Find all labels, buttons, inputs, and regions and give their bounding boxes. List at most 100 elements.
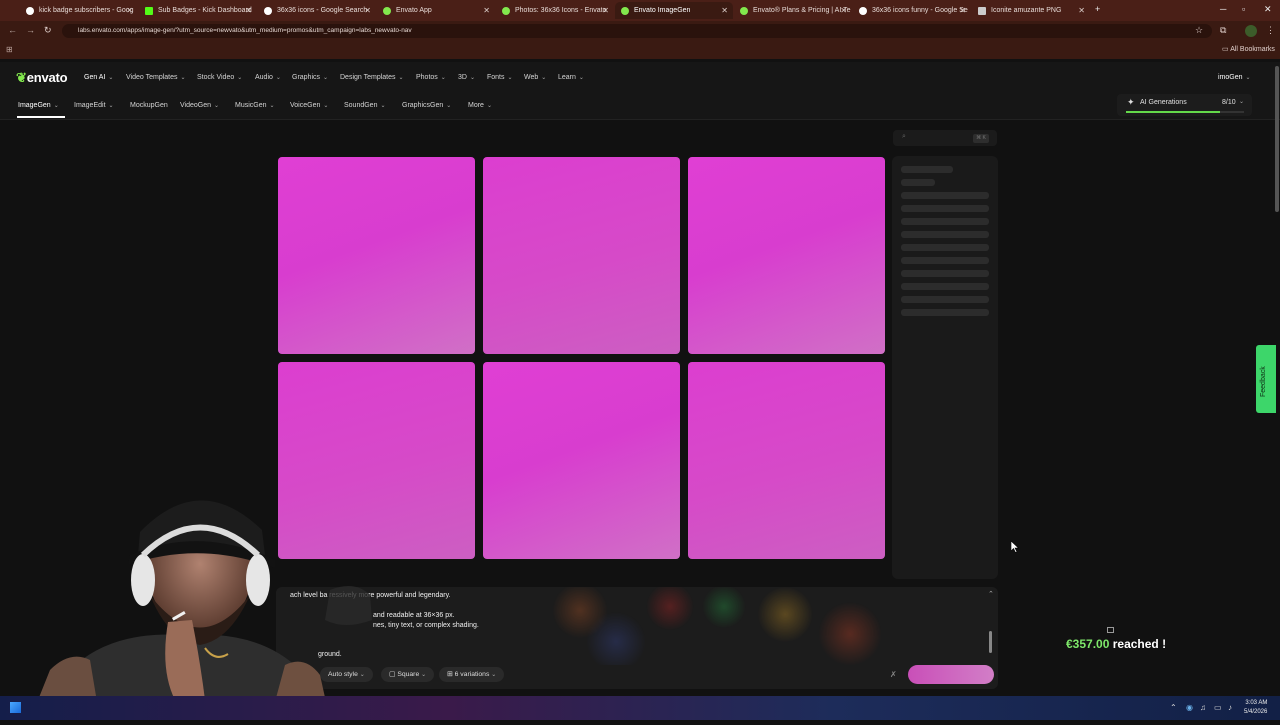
url-field[interactable]: labs.envato.com/apps/image-gen/?utm_sour… [62, 24, 1212, 38]
subnav-imageedit[interactable]: ImageEdit ⌄ [74, 102, 114, 109]
close-tab-icon[interactable]: ✕ [1078, 6, 1085, 15]
nav-video-templates[interactable]: Video Templates ⌄ [126, 74, 186, 81]
skeleton-line [901, 218, 989, 225]
minimize-icon[interactable]: ─ [1220, 4, 1226, 14]
close-tab-icon[interactable]: ✕ [959, 6, 966, 15]
new-tab-icon[interactable]: + [1095, 4, 1100, 14]
history-search-input[interactable]: ⌕ ⌘ K [893, 130, 997, 146]
ai-generations-counter[interactable]: ✦ AI Generations 8/10 ⌄ [1117, 94, 1252, 116]
close-window-icon[interactable]: ✕ [1264, 4, 1272, 15]
search-icon: ⌕ [902, 133, 906, 140]
ai-generations-progress [1126, 111, 1244, 113]
browser-tab[interactable]: Iconite amuzante PNG ✕ [972, 2, 1090, 19]
address-bar-row: ← → ↻ labs.envato.com/apps/image-gen/?ut… [0, 21, 1280, 41]
network-icon[interactable]: ▭ [1214, 703, 1222, 712]
browser-tab[interactable]: Envato® Plans & Pricing | AI Te ✕ [734, 2, 852, 19]
browser-tab[interactable]: 36x36 icons - Google Search ✕ [258, 2, 376, 19]
nav-design-templates[interactable]: Design Templates ⌄ [340, 74, 404, 81]
subnav-imagegen[interactable]: ImageGen ⌄ [18, 102, 59, 109]
nav-graphics[interactable]: Graphics ⌄ [292, 74, 328, 81]
generated-image-6[interactable] [688, 362, 885, 559]
nav-audio[interactable]: Audio ⌄ [255, 74, 281, 81]
browser-tab[interactable]: kick badge subscribers - Goog ✕ [20, 2, 138, 19]
taskbar-clock[interactable]: 3:03 AM 5/4/2026 [1244, 699, 1267, 717]
page-scrollbar[interactable] [1275, 66, 1279, 212]
browser-tab[interactable]: Envato App ✕ [377, 2, 495, 19]
skeleton-line [901, 270, 989, 277]
nav-photos[interactable]: Photos ⌄ [416, 74, 446, 81]
menu-kebab-icon[interactable]: ⋮ [1266, 25, 1275, 36]
generated-image-1[interactable] [278, 157, 475, 354]
close-tab-icon[interactable]: ✕ [245, 6, 252, 15]
chevron-down-icon: ⌄ [1239, 99, 1245, 105]
reload-icon[interactable]: ↻ [44, 25, 52, 36]
subnav-mockupgen[interactable]: MockupGen [130, 102, 168, 109]
forward-icon[interactable]: → [26, 25, 35, 35]
browser-tab[interactable]: 36x36 icons funny - Google Se ✕ [853, 2, 971, 19]
generated-image-2[interactable] [483, 157, 680, 354]
active-tab-underline [17, 116, 65, 118]
browser-tab[interactable]: Sub Badges - Kick Dashboard ✕ [139, 2, 257, 19]
gen-ai-subnav: ImageGen ⌄ ImageEdit ⌄ MockupGen VideoGen ⌄… [0, 92, 1280, 120]
subnav-musicgen[interactable]: MusicGen ⌄ [235, 102, 275, 109]
square-icon: ▢ [389, 671, 396, 678]
nav-gen-ai[interactable]: Gen AI ⌄ [84, 74, 113, 81]
nav-stock-video[interactable]: Stock Video ⌄ [197, 74, 242, 81]
tab-favicon-icon [740, 6, 748, 15]
tray-chevron-icon[interactable]: ⌃ [1170, 703, 1177, 712]
subnav-videogen[interactable]: VideoGen ⌄ [180, 102, 219, 109]
close-tab-icon[interactable]: ✕ [126, 6, 133, 15]
tab-favicon-icon [26, 6, 34, 15]
all-bookmarks-link[interactable]: ▭ All Bookmarks [1222, 45, 1275, 53]
generated-image-5[interactable] [483, 362, 680, 559]
nav-web[interactable]: Web ⌄ [524, 74, 546, 81]
skeleton-line [901, 192, 989, 199]
grid-icon: ⊞ [447, 671, 453, 678]
feedback-tab[interactable]: Feedback [1256, 345, 1276, 413]
subnav-more[interactable]: More ⌄ [468, 102, 492, 109]
close-tab-icon[interactable]: ✕ [364, 6, 371, 15]
magic-wand-icon[interactable]: ✗ [890, 670, 897, 679]
microphone-icon[interactable]: ♫ [1200, 703, 1206, 712]
nav-learn[interactable]: Learn ⌄ [558, 74, 584, 81]
broken-image-icon [1107, 627, 1114, 633]
maximize-icon[interactable]: ▫ [1242, 4, 1245, 14]
back-icon[interactable]: ← [8, 25, 17, 35]
browser-tab[interactable]: Photos: 36x36 Icons - Envato ✕ [496, 2, 614, 19]
close-tab-icon[interactable]: ✕ [721, 6, 728, 15]
generated-image-3[interactable] [688, 157, 885, 354]
skeleton-line [901, 283, 989, 290]
close-tab-icon[interactable]: ✕ [840, 6, 847, 15]
collapse-chevron-icon[interactable]: ⌃ [988, 590, 994, 598]
style-reference-thumbnails [526, 587, 886, 665]
variations-dropdown[interactable]: ⊞ 6 variations ⌄ [439, 667, 505, 682]
account-menu[interactable]: imoGen ⌄ [1218, 74, 1251, 81]
profile-avatar-icon[interactable] [1245, 25, 1257, 37]
steam-icon[interactable]: ◉ [1186, 703, 1193, 712]
subnav-soundgen[interactable]: SoundGen ⌄ [344, 102, 386, 109]
envato-logo[interactable]: ❦envato [16, 70, 68, 86]
close-tab-icon[interactable]: ✕ [602, 6, 609, 15]
leaf-icon: ❦ [16, 70, 27, 85]
ai-generations-progress-fill [1126, 111, 1221, 113]
tab-favicon-icon [621, 6, 629, 15]
mouse-cursor-icon [1011, 541, 1019, 553]
aspect-ratio-dropdown[interactable]: ▢ Square ⌄ [381, 667, 435, 682]
browser-tab-active[interactable]: Envato ImageGen ✕ [615, 2, 733, 19]
generate-button[interactable] [908, 665, 994, 684]
prompt-text-line: and readable at 36×36 px. [373, 612, 455, 619]
close-tab-icon[interactable]: ✕ [483, 6, 490, 15]
shortcut-hint: ⌘ K [973, 134, 989, 143]
subnav-voicegen[interactable]: VoiceGen ⌄ [290, 102, 328, 109]
skeleton-line [901, 179, 935, 186]
nav-3d[interactable]: 3D ⌄ [458, 74, 475, 81]
ai-generations-count: 8/10 [1222, 99, 1236, 106]
windows-start-icon[interactable] [10, 702, 21, 713]
subnav-graphicsgen[interactable]: GraphicsGen ⌄ [402, 102, 451, 109]
bookmark-star-icon[interactable]: ☆ [1195, 25, 1203, 36]
extensions-icon[interactable]: ⧉ [1220, 25, 1226, 36]
prompt-scrollbar[interactable] [989, 631, 992, 653]
apps-grid-icon[interactable]: ⊞ [6, 45, 13, 54]
nav-fonts[interactable]: Fonts ⌄ [487, 74, 513, 81]
volume-icon[interactable]: ♪ [1228, 703, 1232, 712]
